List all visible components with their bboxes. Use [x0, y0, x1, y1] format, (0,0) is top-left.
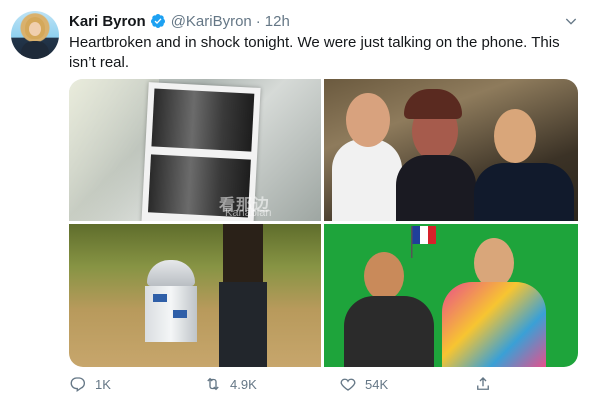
person-face: [474, 238, 514, 288]
r2d2-dome: [147, 260, 195, 286]
green-screen-photo[interactable]: [324, 224, 578, 367]
timestamp[interactable]: 12h: [265, 13, 290, 30]
tweet-text: Heartbroken and in shock tonight. We wer…: [69, 34, 560, 71]
tweet-header: Kari Byron @KariByron · 12h: [69, 11, 290, 31]
avatar-body: [21, 41, 49, 59]
verified-badge-icon: [150, 13, 166, 29]
person-face: [364, 252, 404, 300]
separator-dot: ·: [255, 12, 261, 30]
r2d2-panel: [173, 310, 187, 318]
retweet-button[interactable]: 4.9K: [204, 374, 257, 394]
person-vest: [223, 224, 263, 282]
r2d2-forest-photo[interactable]: [69, 224, 321, 367]
reply-button[interactable]: 1K: [69, 374, 111, 394]
photo-booth-strip-photo[interactable]: 看那边 Kanabian: [69, 79, 321, 221]
person-shirt: [442, 282, 546, 367]
retweet-icon: [207, 377, 219, 391]
share-button[interactable]: [474, 374, 492, 394]
r2d2-panel: [153, 294, 167, 302]
french-flag-icon: [411, 226, 436, 258]
avatar-face: [29, 22, 41, 36]
like-count: 54K: [365, 376, 389, 392]
person-hair: [404, 89, 462, 119]
share-icon: [477, 377, 489, 390]
avatar[interactable]: [11, 11, 59, 59]
person-face: [346, 93, 390, 147]
person-shirt: [344, 296, 434, 367]
author-name[interactable]: Kari Byron: [69, 13, 146, 30]
author-handle[interactable]: @KariByron: [171, 13, 252, 30]
r2d2-robot: [143, 260, 199, 360]
heart-icon: [340, 378, 356, 391]
person-standing: [215, 224, 271, 367]
person-shirt: [474, 163, 574, 221]
tweet-actions: 1K 4.9K 54K: [69, 374, 509, 394]
group-photo[interactable]: [324, 79, 578, 221]
person-pants: [219, 282, 267, 367]
reply-icon: [70, 377, 85, 393]
watermark-subtext: Kanabian: [225, 207, 272, 219]
like-button[interactable]: 54K: [339, 374, 388, 394]
strip-frame: [151, 88, 255, 152]
media-grid: 看那边 Kanabian: [69, 79, 578, 367]
person-face: [494, 109, 536, 163]
chevron-down-icon[interactable]: [562, 12, 580, 30]
tweet-card[interactable]: Kari Byron @KariByron · 12h Heartbroken …: [0, 0, 589, 406]
person-shirt: [332, 139, 402, 221]
person-shirt: [396, 155, 476, 221]
retweet-count: 4.9K: [230, 376, 257, 392]
reply-count: 1K: [95, 376, 111, 392]
